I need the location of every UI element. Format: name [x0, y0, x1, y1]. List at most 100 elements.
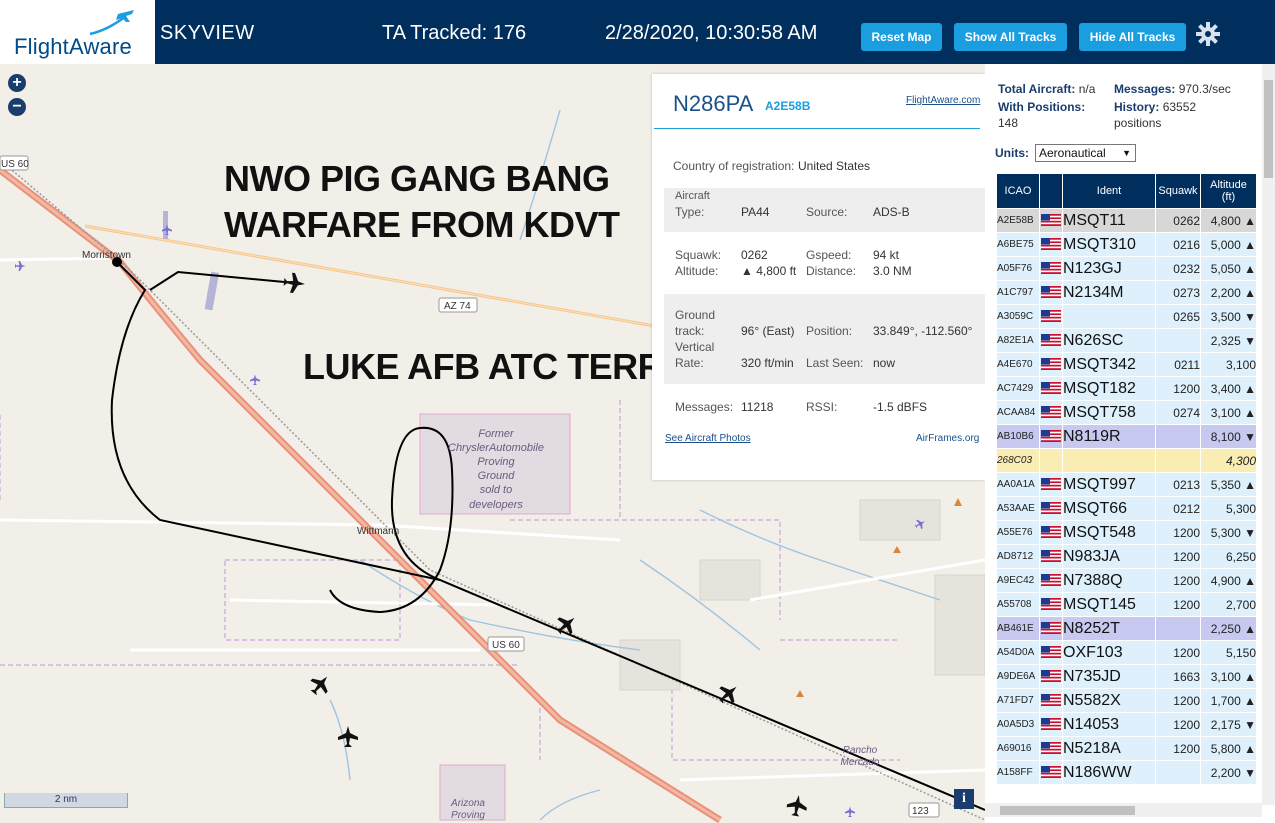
cell-ident: MSQT548 [1062, 520, 1156, 545]
table-row[interactable]: A0A5D3 N14053 1200 2,175 ▼ [996, 712, 1257, 737]
table-row[interactable]: AC7429 MSQT182 1200 3,400 ▲ [996, 376, 1257, 401]
sidebar-vertical-scroll-thumb[interactable] [1264, 80, 1273, 178]
table-row[interactable]: A6BE75 MSQT310 0216 5,000 ▲ [996, 232, 1257, 257]
units-select[interactable]: Aeronautical ▼ [1035, 144, 1136, 162]
units-label: Units: [995, 146, 1029, 160]
table-row[interactable]: A82E1A N626SC 2,325 ▼ [996, 328, 1257, 353]
cell-flag [1039, 568, 1063, 593]
cell-squawk: 0216 [1155, 232, 1201, 257]
us-flag-icon [1041, 764, 1061, 781]
cell-icao: A6BE75 [996, 232, 1040, 257]
table-row[interactable]: A9EC42 N7388Q 1200 4,900 ▲ [996, 568, 1257, 593]
cell-squawk: 0265 [1155, 304, 1201, 329]
cell-flag [1039, 304, 1063, 329]
cell-altitude: 5,050 ▲ [1200, 256, 1257, 281]
ground-track-value: 96° (East) [741, 324, 795, 338]
table-row[interactable]: A3059C 0265 3,500 ▼ [996, 304, 1257, 329]
table-row[interactable]: AA0A1A MSQT997 0213 5,350 ▲ [996, 472, 1257, 497]
airframes-link[interactable]: AirFrames.org [916, 433, 979, 444]
us-flag-icon [1041, 356, 1061, 373]
cell-ident: MSQT342 [1062, 352, 1156, 377]
cell-ident: MSQT145 [1062, 592, 1156, 617]
column-altitude[interactable]: Altitude (ft) [1200, 173, 1257, 209]
overlay-text-line1: NWO PIG GANG BANG [224, 158, 610, 199]
cell-altitude: 2,250 ▲ [1200, 616, 1257, 641]
aircraft-detail-panel: N286PA A2E58B FlightAware.com Country of… [652, 74, 985, 480]
column-altitude-label: Altitude [1210, 179, 1247, 191]
map-label-sold: sold to [480, 484, 512, 496]
table-row[interactable]: A2E58B MSQT11 0262 4,800 ▲ [996, 208, 1257, 233]
aircraft-type-label-2: Type: [675, 205, 705, 219]
cell-flag [1039, 664, 1063, 689]
column-flag[interactable] [1039, 173, 1063, 209]
show-all-tracks-button[interactable]: Show All Tracks [954, 23, 1067, 51]
hide-all-tracks-button[interactable]: Hide All Tracks [1079, 23, 1186, 51]
aircraft-photos-link[interactable]: See Aircraft Photos [665, 433, 751, 444]
country-label: Country of registration: [673, 159, 795, 173]
cell-flag [1039, 208, 1063, 233]
table-row[interactable]: A69016 N5218A 1200 5,800 ▲ [996, 736, 1257, 761]
aircraft-type-value: PA44 [741, 205, 770, 219]
cell-altitude: 2,200 ▼ [1200, 760, 1257, 785]
table-row[interactable]: A53AAE MSQT66 0212 5,300 [996, 496, 1257, 521]
table-row[interactable]: ACAA84 MSQT758 0274 3,100 ▲ [996, 400, 1257, 425]
cell-altitude: 3,100 [1200, 352, 1257, 377]
total-aircraft-value: n/a [1078, 82, 1096, 96]
table-row[interactable]: A71FD7 N5582X 1200 1,700 ▲ [996, 688, 1257, 713]
table-row[interactable]: AD8712 N983JA 1200 6,250 [996, 544, 1257, 569]
ground-track-label-2: track: [675, 324, 705, 338]
cell-altitude: 2,325 ▼ [1200, 328, 1257, 353]
cell-icao: A69016 [996, 736, 1040, 761]
column-icao[interactable]: ICAO [996, 173, 1040, 209]
squawk-label: Squawk: [675, 248, 722, 262]
table-row[interactable]: A158FF N186WW 2,200 ▼ [996, 760, 1257, 785]
flightaware-logo[interactable]: FlightAware [0, 0, 155, 64]
map-label-us60-a: US 60 [1, 159, 29, 170]
last-seen-label: Last Seen: [806, 356, 864, 370]
sidebar-horizontal-scroll-thumb[interactable] [1000, 806, 1135, 815]
cell-flag [1039, 328, 1063, 353]
altitude-label: Altitude: [675, 264, 719, 278]
cell-squawk: 1200 [1155, 712, 1201, 737]
column-squawk[interactable]: Squawk [1155, 173, 1201, 209]
map-label-chrysler: ChryslerAutomobile [448, 442, 544, 454]
last-seen-value: now [873, 356, 896, 370]
zoom-in-button[interactable]: + [8, 74, 26, 92]
chevron-down-icon: ▼ [1122, 148, 1131, 158]
table-row[interactable]: AB461E N8252T 2,250 ▲ [996, 616, 1257, 641]
cell-icao: A55E76 [996, 520, 1040, 545]
table-row[interactable]: A54D0A OXF103 1200 5,150 [996, 640, 1257, 665]
column-ident[interactable]: Ident [1062, 173, 1156, 209]
squawk-value: 0262 [741, 248, 768, 262]
cell-ident: N8119R [1062, 424, 1156, 449]
table-row[interactable]: A55708 MSQT145 1200 2,700 [996, 592, 1257, 617]
gear-icon[interactable] [1196, 22, 1220, 46]
cell-flag [1039, 496, 1063, 521]
us-flag-icon [1041, 212, 1061, 229]
reset-map-button[interactable]: Reset Map [861, 23, 942, 51]
cell-icao: ACAA84 [996, 400, 1040, 425]
us-flag-icon [1041, 524, 1061, 541]
cell-squawk [1155, 616, 1201, 641]
cell-icao: A158FF [996, 760, 1040, 785]
cell-ident: N7388Q [1062, 568, 1156, 593]
table-row[interactable]: A9DE6A N735JD 1663 3,100 ▲ [996, 664, 1257, 689]
table-row[interactable]: A4E670 MSQT342 0211 3,100 [996, 352, 1257, 377]
zoom-out-button[interactable]: − [8, 98, 26, 116]
map-label-arizona: Arizona [450, 798, 485, 809]
map-info-button[interactable]: i [954, 789, 974, 809]
table-row[interactable]: 268C03 4,300 [996, 448, 1257, 473]
cell-ident: N2134M [1062, 280, 1156, 305]
cell-squawk: 0232 [1155, 256, 1201, 281]
table-row[interactable]: A55E76 MSQT548 1200 5,300 ▼ [996, 520, 1257, 545]
table-row[interactable]: A1C797 N2134M 0273 2,200 ▲ [996, 280, 1257, 305]
cell-ident: MSQT758 [1062, 400, 1156, 425]
table-row[interactable]: AB10B6 N8119R 8,100 ▼ [996, 424, 1257, 449]
us-flag-icon [1041, 596, 1061, 613]
units-label-text: Units: [995, 146, 1029, 160]
distance-label: Distance: [806, 264, 857, 278]
flightaware-link[interactable]: FlightAware.com [906, 95, 980, 106]
history-value: 63552 [1162, 100, 1197, 114]
table-row[interactable]: A05F76 N123GJ 0232 5,050 ▲ [996, 256, 1257, 281]
cell-altitude: 3,500 ▼ [1200, 304, 1257, 329]
